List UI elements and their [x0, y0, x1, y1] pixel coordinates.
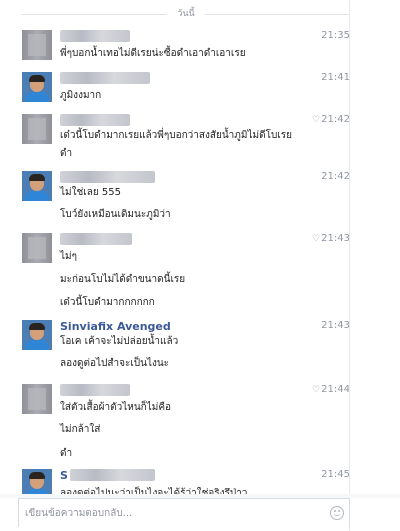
redacted-name [70, 469, 155, 481]
pane-border [349, 0, 350, 531]
boy-avatar[interactable] [22, 171, 52, 201]
timestamp: 21:43 [321, 233, 350, 244]
timestamp: 21:35 [321, 30, 350, 41]
timestamp: 21:43 [321, 320, 350, 331]
message-text: ลองดูต่อไปสำจะเป็นไงนะ [60, 358, 170, 369]
message-text: โบว์ยังเหมือนเดิมนะภูมิว่า [60, 209, 171, 220]
message-text: มะก่อนโบไม่ได้ดำขนาดนี้เรย [60, 274, 186, 285]
conversation-pane: วันนี้ 21:35 พี่ๆบอกน้ำเทอไม่ดีเรยน่ะซื้อ… [0, 0, 400, 494]
message-text: ไม่ใช่เลย 555 [60, 187, 121, 198]
message-text: โอเค เค้าจะไม่ปล่อยน้ำแล้ว [60, 336, 179, 347]
redacted-name[interactable] [60, 233, 132, 245]
redacted-name[interactable] [60, 171, 155, 183]
smiley-icon[interactable] [330, 506, 344, 520]
redacted-name[interactable] [60, 72, 150, 84]
timestamp: 21:45 [321, 469, 350, 480]
message-text: ใส่ตัวเสื้อผ้าตัวไหนก็ไม่คือ [60, 402, 172, 413]
boy-avatar[interactable] [22, 469, 52, 494]
timestamp: 21:42 [321, 171, 350, 182]
date-divider-right [205, 14, 350, 15]
blurred-avatar[interactable] [22, 233, 52, 263]
message-text: พี่ๆบอกน้ำเทอไม่ดีเรยน่ะซื้อดำเอาดำเอาเร… [60, 48, 246, 59]
message-text: ลองดูต่อไปนะว่าเป็นไงจะได้รู้ว่าใช่จริงร… [60, 488, 248, 494]
sender-name[interactable]: S [60, 469, 68, 482]
date-divider-left [22, 14, 167, 15]
date-label: วันนี้ [177, 9, 195, 19]
blurred-avatar[interactable] [22, 384, 52, 414]
sender-name[interactable]: Sinviafix Avenged [60, 320, 171, 333]
boy-avatar[interactable] [22, 72, 52, 102]
message-text: ดำ [60, 148, 73, 159]
seen-icon: ♡ [312, 115, 321, 125]
timestamp: 21:41 [321, 72, 350, 83]
seen-icon: ♡ [312, 385, 321, 395]
redacted-name[interactable] [60, 114, 130, 126]
boy-avatar[interactable] [22, 320, 52, 350]
message-text: ไม่ๆ [60, 251, 77, 262]
message-text: เด๋วนี้โบดำมากกกกกก [60, 297, 155, 308]
timestamp: 21:44 [321, 384, 350, 395]
redacted-name[interactable] [60, 384, 130, 396]
message-text: ไม่กล้าใส่ [60, 424, 101, 435]
timestamp: 21:42 [321, 114, 350, 125]
message-text: ภูมิงงมาก [60, 90, 102, 101]
redacted-name[interactable] [60, 30, 130, 42]
message-text: ดำ [60, 448, 73, 459]
blurred-avatar[interactable] [22, 114, 52, 144]
reply-composer [18, 498, 350, 527]
seen-icon: ♡ [312, 234, 321, 244]
reply-input[interactable] [25, 505, 325, 521]
message-text: เด๋วนี้โบดำมากเรยแล้วพี่ๆบอกว่าสงสัยน้ำภ… [60, 130, 292, 141]
blurred-avatar[interactable] [22, 30, 52, 60]
